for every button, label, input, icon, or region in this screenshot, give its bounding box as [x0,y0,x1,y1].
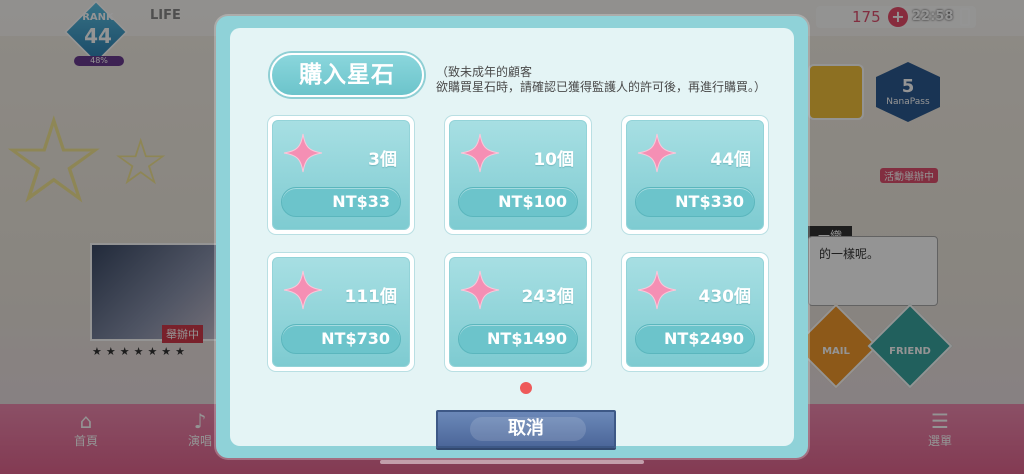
package-card[interactable]: 10個 NT$100 [445,116,591,234]
dialog-title: 購入星石 [270,53,424,97]
star-stone-icon [460,133,500,173]
package-quantity: 243個 [521,287,575,307]
package-quantity: 10個 [533,150,574,170]
age-notice: （致未成年的顧客 欲購買星石時，請確認已獲得監護人的許可後，再進行購買。） [436,65,796,95]
star-stone-icon [283,270,323,310]
age-notice-line-1: （致未成年的顧客 [436,65,533,79]
star-stone-icon [283,133,323,173]
package-quantity: 430個 [698,287,752,307]
cancel-button-label: 取消 [508,418,544,439]
dialog-panel: 購入星石 （致未成年的顧客 欲購買星石時，請確認已獲得監護人的許可後，再進行購買… [230,28,796,448]
package-quantity: 44個 [710,150,751,170]
package-quantity: 3個 [368,150,397,170]
package-card[interactable]: 3個 NT$33 [268,116,414,234]
package-price-button[interactable]: NT$2490 [635,324,755,354]
purchase-dialog: 購入星石 （致未成年的顧客 欲購買星石時，請確認已獲得監護人的許可後，再進行購買… [216,16,808,458]
cancel-button[interactable]: 取消 [436,410,616,448]
star-stone-icon [637,270,677,310]
package-card[interactable]: 111個 NT$730 [268,253,414,371]
package-price-button[interactable]: NT$730 [281,324,401,354]
page-indicator-dot [520,382,532,394]
package-card[interactable]: 44個 NT$330 [622,116,768,234]
package-price-button[interactable]: NT$33 [281,187,401,217]
star-stone-icon [460,270,500,310]
star-stone-icon [637,133,677,173]
package-price-button[interactable]: NT$100 [458,187,578,217]
package-card[interactable]: 243個 NT$1490 [445,253,591,371]
home-indicator [380,460,644,464]
package-price-button[interactable]: NT$1490 [458,324,578,354]
package-card[interactable]: 430個 NT$2490 [622,253,768,371]
package-price-button[interactable]: NT$330 [635,187,755,217]
age-notice-line-2: 欲購買星石時，請確認已獲得監護人的許可後，再進行購買。） [436,80,767,94]
package-quantity: 111個 [344,287,398,307]
